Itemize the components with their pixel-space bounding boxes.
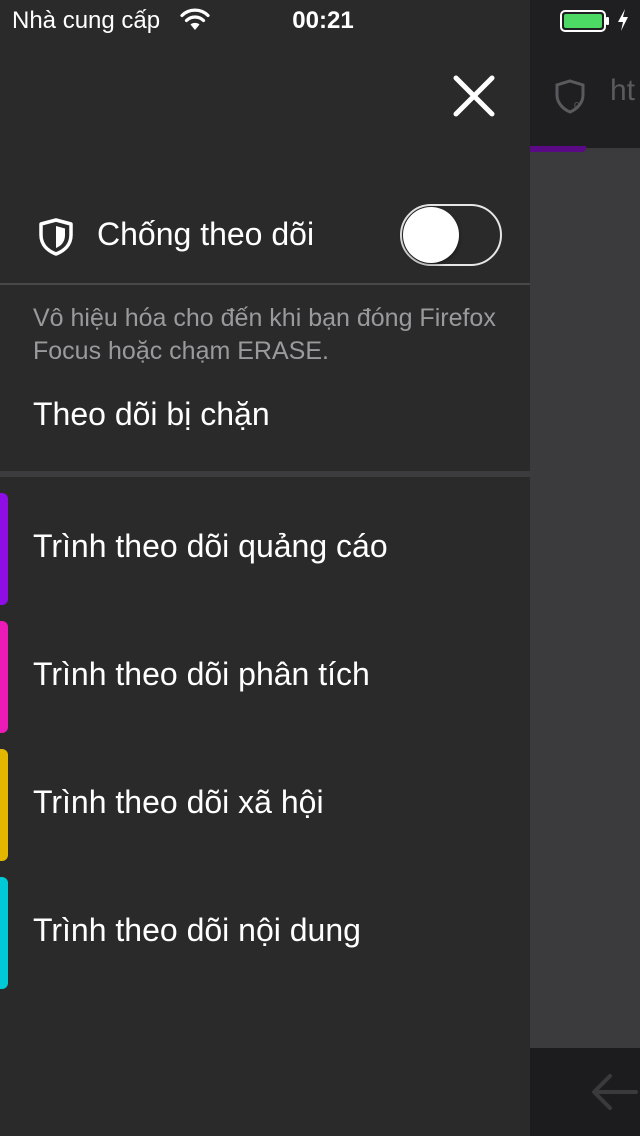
tracker-row-analytics[interactable]: Trình theo dõi phân tích (0, 621, 530, 733)
screen: 0 ht Chống theo dõi Vô hiệu hóa cho đến … (0, 0, 640, 1136)
url-text[interactable]: ht (610, 74, 635, 108)
toggle-knob (403, 207, 459, 263)
back-arrow-icon[interactable] (588, 1070, 640, 1114)
tracking-protection-description: Vô hiệu hóa cho đến khi bạn đóng Firefox… (33, 304, 496, 365)
shield-icon: 0 (555, 79, 585, 114)
tracking-protection-label: Chống theo dõi (97, 216, 315, 252)
status-bar: Nhà cung cấp 00:21 (0, 0, 640, 40)
close-icon[interactable] (446, 68, 502, 124)
divider (0, 283, 530, 285)
tracker-label: Trình theo dõi quảng cáo (33, 528, 388, 564)
tracker-color-bar (0, 877, 8, 989)
tracker-row-content[interactable]: Trình theo dõi nội dung (0, 877, 530, 989)
tracker-label: Trình theo dõi xã hội (33, 784, 324, 820)
tracker-label: Trình theo dõi nội dung (33, 912, 361, 948)
tracking-protection-row: Chống theo dõi (0, 196, 530, 282)
trackers-blocked-title: Theo dõi bị chặn (33, 396, 270, 432)
battery-icon (560, 10, 609, 32)
svg-text:0: 0 (574, 101, 580, 112)
tracking-protection-panel: Chống theo dõi Vô hiệu hóa cho đến khi b… (0, 0, 530, 1136)
status-time: 00:21 (292, 7, 354, 34)
charging-bolt-icon (618, 9, 628, 31)
tracker-row-ads[interactable]: Trình theo dõi quảng cáo (0, 493, 530, 605)
section-divider (0, 471, 530, 477)
shield-icon (39, 218, 73, 256)
tracker-color-bar (0, 621, 8, 733)
tracker-color-bar (0, 493, 8, 605)
tracker-label: Trình theo dõi phân tích (33, 656, 370, 692)
tracker-row-social[interactable]: Trình theo dõi xã hội (0, 749, 530, 861)
tracking-protection-toggle[interactable] (400, 204, 502, 266)
tracker-color-bar (0, 749, 8, 861)
